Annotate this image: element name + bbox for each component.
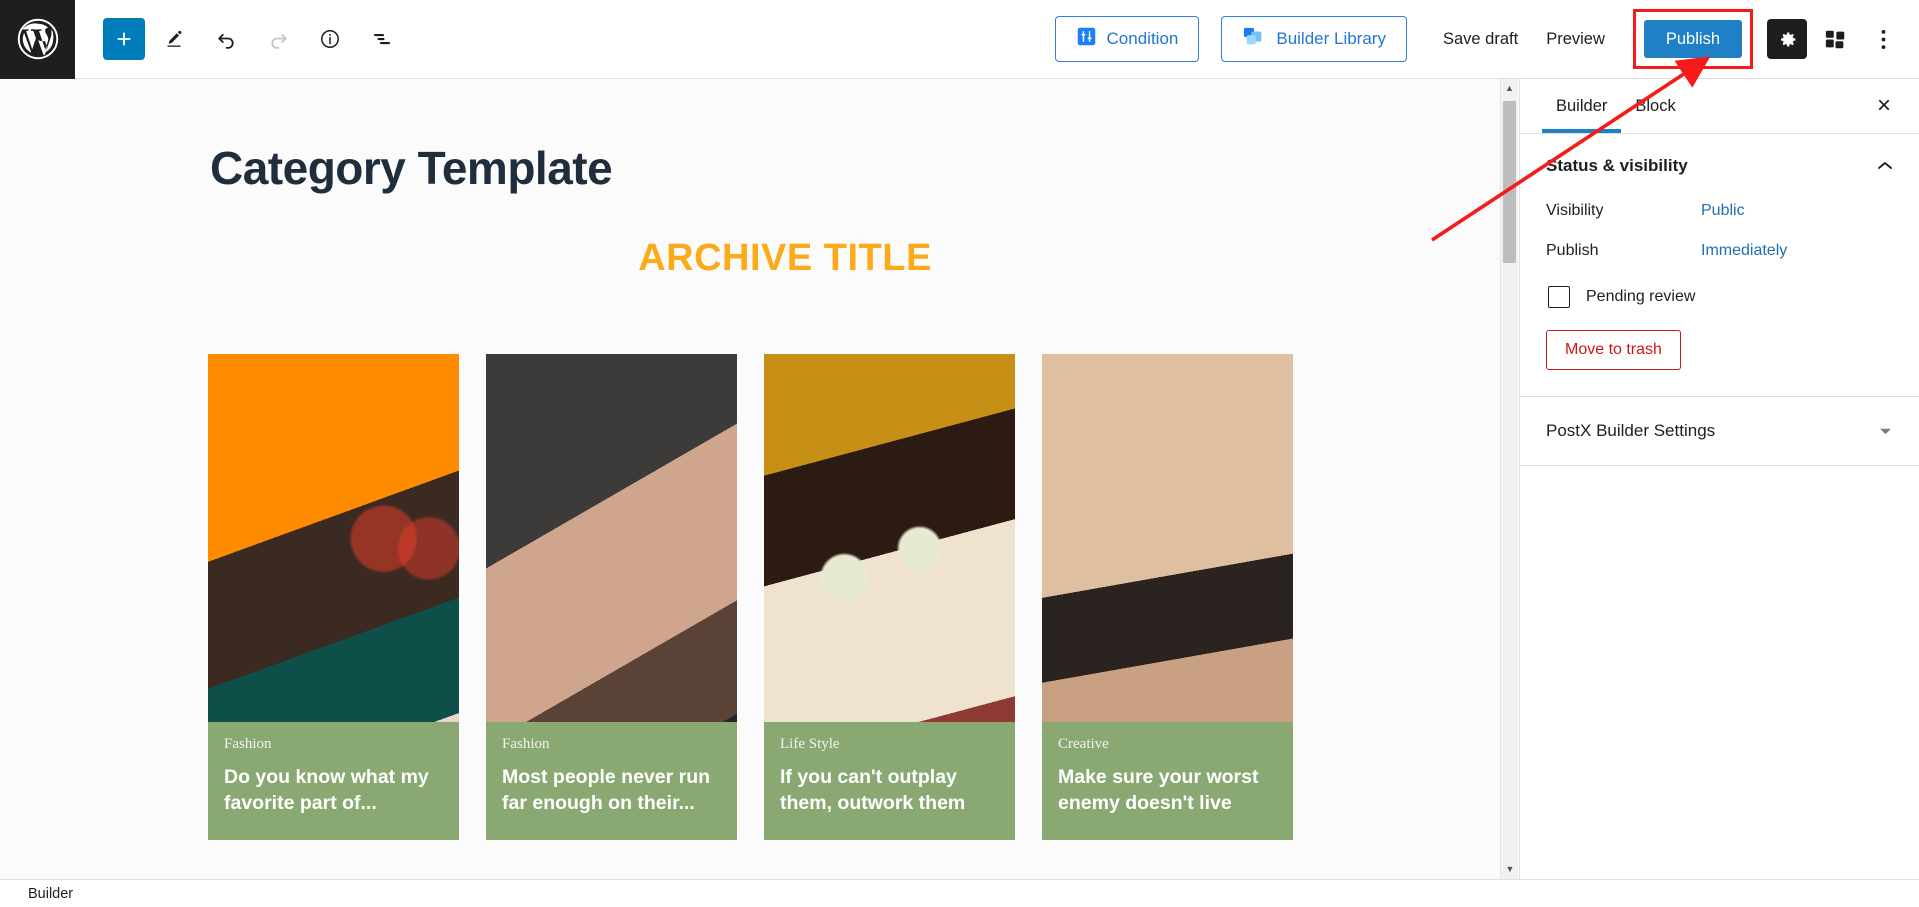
scroll-up-arrow-icon[interactable]: ▲ <box>1501 79 1518 96</box>
visibility-value[interactable]: Public <box>1701 202 1745 220</box>
toolbar-right-group: Condition Builder Library Save draft Pre… <box>1054 9 1919 69</box>
wordpress-logo-icon[interactable] <box>0 0 75 79</box>
editor-top-toolbar: Condition Builder Library Save draft Pre… <box>0 0 1919 79</box>
stacked-squares-icon <box>1242 26 1266 53</box>
postx-builder-settings-title: PostX Builder Settings <box>1546 421 1716 440</box>
page-title[interactable]: Category Template <box>210 141 1500 195</box>
canvas-scrollbar[interactable]: ▲ ▼ <box>1500 79 1518 879</box>
scroll-down-arrow-icon[interactable]: ▼ <box>1501 860 1519 877</box>
condition-button[interactable]: Condition <box>1054 16 1200 62</box>
post-category[interactable]: Fashion <box>502 736 721 753</box>
post-card[interactable]: Creative Make sure your worst enemy does… <box>1042 354 1293 840</box>
close-icon[interactable]: × <box>1867 89 1901 123</box>
tab-block[interactable]: Block <box>1621 79 1689 133</box>
pending-review-checkbox[interactable] <box>1548 286 1570 308</box>
block-inserter-button[interactable] <box>103 18 145 60</box>
post-card[interactable]: Fashion Do you know what my favorite par… <box>208 354 459 840</box>
publish-label: Publish <box>1546 242 1599 259</box>
publish-button-highlight: Publish <box>1632 9 1753 69</box>
chevron-down-icon[interactable] <box>1878 424 1893 439</box>
post-category[interactable]: Fashion <box>224 736 443 753</box>
post-card[interactable]: Fashion Most people never run far enough… <box>486 354 737 840</box>
post-category[interactable]: Creative <box>1058 736 1277 753</box>
post-card-overlay: Creative Make sure your worst enemy does… <box>1042 722 1293 840</box>
status-visibility-header[interactable]: Status & visibility <box>1546 156 1893 176</box>
visibility-label: Visibility <box>1546 202 1604 219</box>
sliders-square-icon <box>1076 26 1097 52</box>
publish-row: Publish Immediately <box>1546 242 1893 260</box>
post-grid: Fashion Do you know what my favorite par… <box>208 354 1500 840</box>
blocks-icon[interactable] <box>1815 19 1855 59</box>
save-draft-button[interactable]: Save draft <box>1429 16 1532 62</box>
post-title[interactable]: Do you know what my favorite part of... <box>224 765 443 816</box>
builder-library-button[interactable]: Builder Library <box>1221 16 1407 62</box>
preview-button[interactable]: Preview <box>1532 16 1619 62</box>
sidebar-tabs: Builder Block × <box>1520 79 1919 134</box>
toolbar-left-group <box>75 16 405 62</box>
move-to-trash-button[interactable]: Move to trash <box>1546 330 1681 370</box>
visibility-row: Visibility Public <box>1546 202 1893 220</box>
scrollbar-thumb[interactable] <box>1503 101 1516 263</box>
editor-status-bar: Builder <box>0 879 1919 907</box>
redo-arrow-icon[interactable] <box>255 16 301 62</box>
three-dots-vertical-icon[interactable] <box>1863 19 1903 59</box>
canvas-content: Category Template ARCHIVE TITLE Fashion … <box>0 141 1500 840</box>
builder-library-label: Builder Library <box>1276 29 1386 48</box>
post-card-overlay: Fashion Most people never run far enough… <box>486 722 737 840</box>
publish-value[interactable]: Immediately <box>1701 242 1787 260</box>
settings-gear-icon[interactable] <box>1767 19 1807 59</box>
post-title[interactable]: Make sure your worst enemy doesn't live <box>1058 765 1277 816</box>
archive-title-block[interactable]: ARCHIVE TITLE <box>210 237 1360 280</box>
status-visibility-section: Status & visibility Visibility Public Pu… <box>1520 134 1919 397</box>
publish-button[interactable]: Publish <box>1643 20 1742 58</box>
condition-label: Condition <box>1106 29 1179 48</box>
info-circle-icon[interactable] <box>307 16 353 62</box>
chevron-up-icon[interactable] <box>1877 159 1893 174</box>
tools-pencil-icon[interactable] <box>151 16 197 62</box>
post-card-overlay: Fashion Do you know what my favorite par… <box>208 722 459 840</box>
editor-canvas[interactable]: Category Template ARCHIVE TITLE Fashion … <box>0 79 1500 879</box>
post-card[interactable]: Life Style If you can't outplay them, ou… <box>764 354 1015 840</box>
post-title[interactable]: Most people never run far enough on thei… <box>502 765 721 816</box>
section-title: Status & visibility <box>1546 156 1688 175</box>
postx-builder-settings-section[interactable]: PostX Builder Settings <box>1520 397 1919 466</box>
post-card-overlay: Life Style If you can't outplay them, ou… <box>764 722 1015 840</box>
pending-review-label[interactable]: Pending review <box>1586 288 1695 306</box>
post-category[interactable]: Life Style <box>780 736 999 753</box>
undo-arrow-icon[interactable] <box>203 16 249 62</box>
pending-review-row: Pending review <box>1548 286 1893 308</box>
post-title[interactable]: If you can't outplay them, outwork them <box>780 765 999 816</box>
list-view-icon[interactable] <box>359 16 405 62</box>
tab-builder[interactable]: Builder <box>1542 79 1622 133</box>
breadcrumb[interactable]: Builder <box>28 886 73 902</box>
settings-sidebar: Builder Block × Status & visibility Visi… <box>1519 79 1919 879</box>
